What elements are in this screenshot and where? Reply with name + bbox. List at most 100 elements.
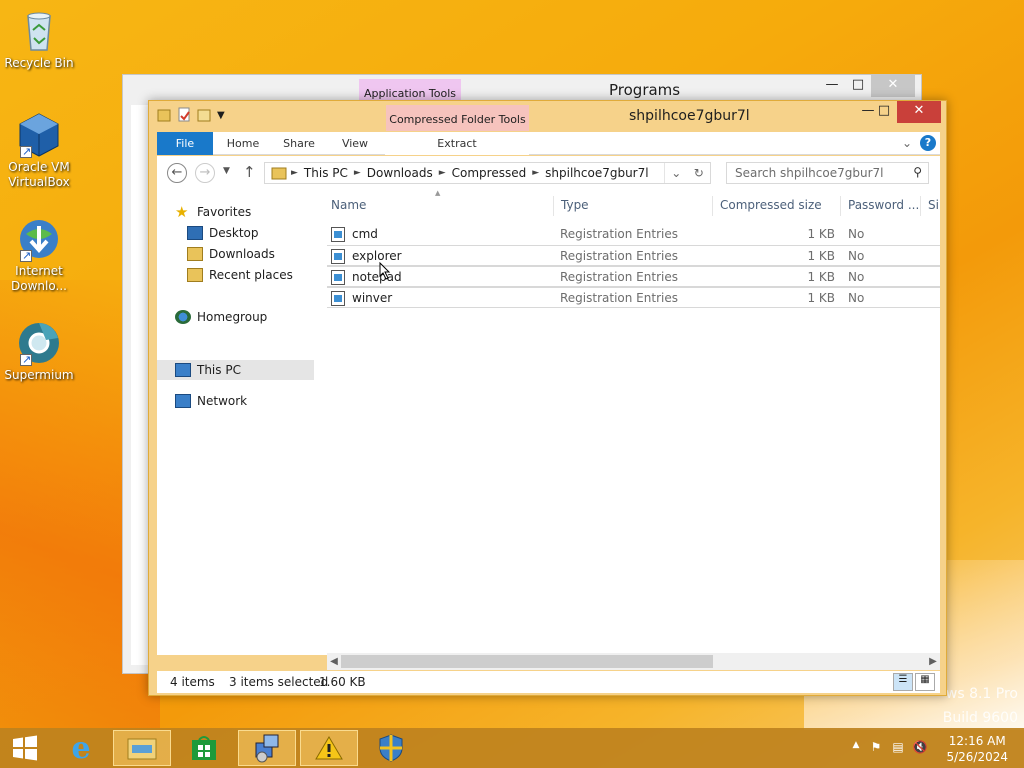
maximize-button[interactable]: □ [869, 101, 899, 123]
taskbar-store[interactable] [175, 730, 233, 766]
nav-item-homegroup[interactable]: Homegroup [175, 307, 267, 327]
shield-icon [379, 734, 403, 762]
search-input[interactable]: Search shpilhcoe7gbur7l ⚲ [726, 162, 929, 184]
column-header-size[interactable]: Si [928, 190, 939, 220]
breadcrumb-compressed[interactable]: Compressed [446, 166, 533, 180]
scrollbar-thumb[interactable] [341, 655, 713, 668]
chevron-right-icon[interactable]: ► [439, 168, 446, 178]
taskbar-warning-app[interactable] [300, 730, 358, 766]
customize-qat-icon[interactable]: ▼ [217, 110, 225, 121]
taskbar-file-explorer[interactable] [113, 730, 171, 766]
file-name: explorer [352, 249, 402, 263]
address-bar[interactable]: ► This PC ► Downloads ► Compressed ► shp… [264, 162, 711, 184]
column-header-password[interactable]: Password ... [848, 190, 919, 220]
volume-muted-icon[interactable]: 🔇 [912, 740, 928, 756]
titlebar[interactable]: ▼ Compressed Folder Tools shpilhcoe7gbur… [149, 101, 946, 131]
up-button[interactable]: ↑ [243, 163, 256, 181]
address-row: ← → ▼ ↑ ► This PC ► Downloads ► Compress… [157, 156, 940, 190]
large-icons-view-button[interactable]: ▦ [915, 673, 935, 691]
table-row[interactable]: notepad Registration Entries 1 KB No [327, 266, 940, 287]
help-icon[interactable]: ? [920, 135, 936, 151]
file-password: No [848, 270, 865, 284]
desktop-icon-label: Internet Downlo... [11, 264, 67, 293]
close-button[interactable]: ✕ [897, 101, 941, 123]
desktop-icon-supermium[interactable]: Supermium [1, 320, 77, 383]
column-separator[interactable] [712, 196, 713, 216]
search-placeholder: Search shpilhcoe7gbur7l [735, 166, 884, 180]
nav-item-downloads[interactable]: Downloads [187, 244, 275, 264]
horizontal-scrollbar[interactable]: ◀ ▶ [327, 653, 940, 670]
close-button[interactable]: ✕ [871, 75, 915, 97]
folder-icon[interactable] [157, 107, 171, 123]
navigation-pane: ★ Favorites Desktop Downloads Recent pla… [157, 190, 317, 655]
downloads-folder-icon [187, 247, 203, 261]
breadcrumb-this-pc[interactable]: This PC [298, 166, 354, 180]
start-button[interactable] [0, 730, 50, 766]
nav-item-favorites[interactable]: ★ Favorites [175, 202, 251, 222]
nav-item-this-pc[interactable]: This PC [175, 360, 241, 380]
tab-extract[interactable]: Extract [385, 132, 529, 155]
back-titlebar[interactable]: Application Tools Programs — □ ✕ [123, 75, 921, 103]
taskbar-internet-explorer[interactable]: e [52, 730, 110, 766]
column-separator[interactable] [840, 196, 841, 216]
clock[interactable]: 12:16 AM 5/26/2024 [946, 733, 1008, 765]
recent-locations-icon[interactable]: ▼ [223, 166, 230, 176]
details-view-button[interactable]: ☰ [893, 673, 913, 691]
desktop-icon-internet-download-manager[interactable]: Internet Downlo... [1, 216, 77, 294]
show-hidden-icons[interactable]: ▲ [848, 740, 864, 756]
tab-view[interactable]: View [337, 132, 373, 155]
breadcrumb-downloads[interactable]: Downloads [361, 166, 439, 180]
chevron-right-icon[interactable]: ► [291, 168, 298, 178]
chevron-right-icon[interactable]: ► [532, 168, 539, 178]
table-row[interactable]: explorer Registration Entries 1 KB No [327, 245, 940, 266]
folder-icon [271, 167, 287, 180]
column-separator[interactable] [920, 196, 921, 216]
tab-file[interactable]: File [157, 132, 213, 155]
address-dropdown-icon[interactable]: ⌄ [671, 166, 681, 180]
maximize-button[interactable]: □ [843, 75, 873, 97]
column-header-name[interactable]: Name [331, 190, 366, 220]
search-icon[interactable]: ⚲ [913, 165, 922, 179]
desktop-icon-virtualbox[interactable]: Oracle VM VirtualBox [1, 112, 77, 190]
internet-explorer-icon: e [71, 730, 91, 766]
taskbar-setup-program[interactable] [238, 730, 296, 766]
column-header-compressed-size[interactable]: Compressed size [720, 190, 822, 220]
nav-item-recent-places[interactable]: Recent places [187, 265, 293, 285]
shortcut-arrow-icon [20, 144, 32, 159]
nav-item-network[interactable]: Network [175, 391, 247, 411]
file-password: No [848, 227, 865, 241]
file-name: cmd [352, 227, 378, 241]
file-size: 1 KB [807, 291, 835, 305]
network-status-icon[interactable]: ▤ [890, 740, 906, 756]
column-separator[interactable] [553, 196, 554, 216]
mouse-cursor-icon [379, 262, 391, 280]
expand-ribbon-icon[interactable]: ⌄ [902, 136, 912, 150]
tab-home[interactable]: Home [223, 132, 263, 155]
breadcrumb-current-folder[interactable]: shpilhcoe7gbur7l [539, 166, 654, 180]
table-row[interactable]: winver Registration Entries 1 KB No [327, 287, 940, 308]
explorer-window[interactable]: ▼ Compressed Folder Tools shpilhcoe7gbur… [148, 100, 947, 696]
back-button[interactable]: ← [167, 163, 187, 183]
scroll-right-icon[interactable]: ▶ [926, 653, 940, 670]
forward-button[interactable]: → [195, 163, 215, 183]
network-icon [175, 394, 191, 408]
quick-access-toolbar: ▼ [157, 107, 225, 123]
scroll-left-icon[interactable]: ◀ [327, 653, 341, 670]
homegroup-icon [175, 310, 191, 324]
action-center-flag-icon[interactable]: ⚑ [868, 740, 884, 756]
tab-share[interactable]: Share [279, 132, 319, 155]
chevron-right-icon[interactable]: ► [354, 168, 361, 178]
properties-icon[interactable] [177, 107, 191, 123]
supermium-icon [16, 320, 62, 367]
nav-item-desktop[interactable]: Desktop [187, 223, 259, 243]
refresh-icon[interactable]: ↻ [694, 166, 704, 180]
table-row[interactable]: cmd Registration Entries 1 KB No [327, 224, 940, 245]
new-folder-icon[interactable] [197, 107, 211, 123]
column-header-type[interactable]: Type [561, 190, 589, 220]
virtualbox-icon [16, 112, 62, 159]
desktop-icon-recycle-bin[interactable]: Recycle Bin [1, 8, 77, 71]
nav-label: This PC [197, 363, 241, 377]
taskbar-security-app[interactable] [362, 730, 420, 766]
compressed-folder-tools-tab[interactable]: Compressed Folder Tools [386, 105, 529, 131]
back-window-title: Programs [609, 81, 681, 99]
